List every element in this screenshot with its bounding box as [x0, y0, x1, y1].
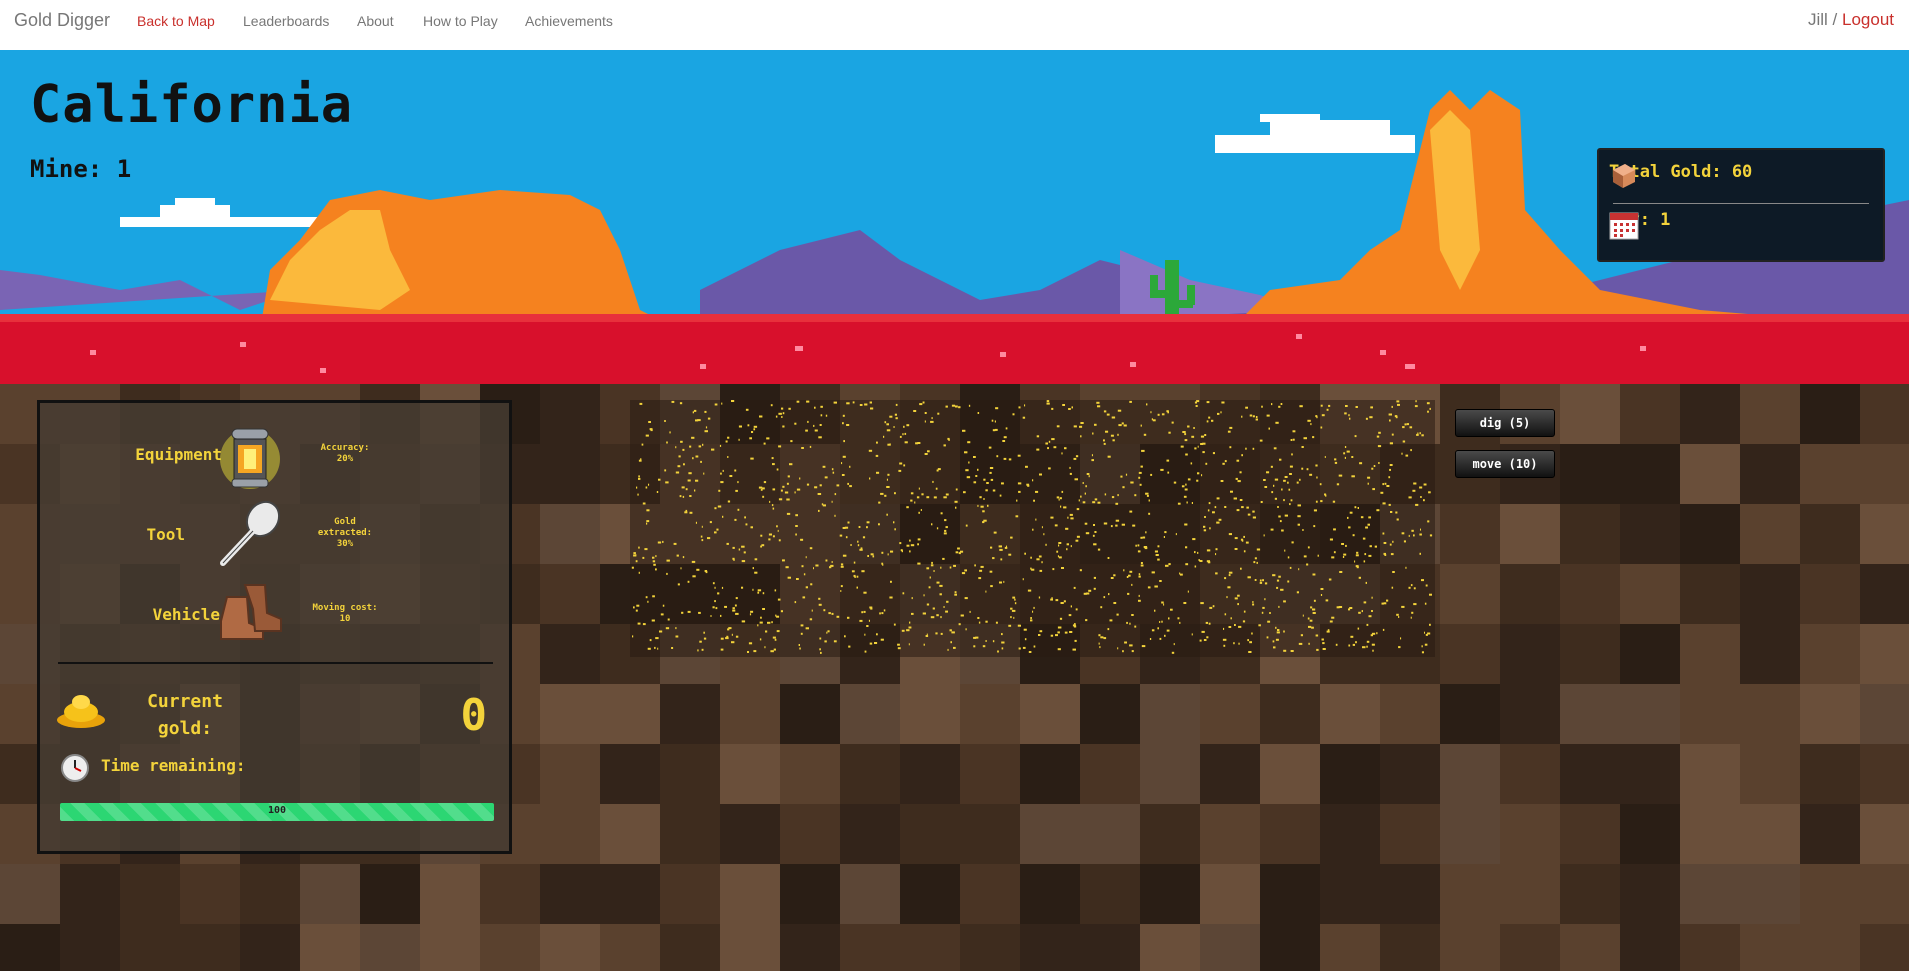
gold-box-icon — [1613, 164, 1635, 188]
calendar-icon — [1609, 212, 1639, 240]
tool-label: Tool — [146, 525, 185, 544]
vehicle-desc: Moving cost: 10 — [312, 603, 378, 624]
desert-scene: California Mine: 1 Total Gold: 60 Day: 1 — [0, 50, 1909, 384]
current-gold-value: 0 — [460, 690, 488, 741]
mine-grid[interactable] — [630, 400, 1435, 657]
lantern-icon[interactable] — [218, 415, 282, 495]
equipment-label: Equipment — [135, 445, 222, 464]
boots-icon[interactable] — [215, 579, 285, 643]
time-progress-value: 100 — [267, 805, 287, 816]
time-progress-bar: 100 — [60, 803, 494, 821]
equipment-desc: Accuracy: 20% — [320, 443, 370, 464]
time-remaining-label: Time remaining: — [101, 756, 246, 775]
move-button[interactable]: move (10) — [1455, 450, 1555, 478]
equipment-panel: Equipment Accuracy: 20% Tool Gold extrac… — [37, 400, 512, 854]
nav-about[interactable]: About — [357, 13, 394, 29]
clock-icon — [61, 754, 89, 782]
gold-pile-icon — [57, 695, 105, 728]
nav-back-to-map[interactable]: Back to Map — [137, 13, 215, 29]
username[interactable]: Jill — [1808, 10, 1828, 29]
nav-achievements[interactable]: Achievements — [525, 13, 613, 29]
user-separator: / — [1832, 10, 1838, 29]
user-area: Jill / Logout — [1808, 10, 1894, 30]
logout-link[interactable]: Logout — [1842, 10, 1894, 29]
location-title: California — [30, 75, 354, 135]
panel-divider — [58, 662, 493, 664]
nav-how-to-play[interactable]: How to Play — [423, 13, 498, 29]
vehicle-label: Vehicle — [152, 605, 220, 624]
tool-desc: Gold extracted: 30% — [317, 517, 373, 549]
spoon-icon[interactable] — [215, 497, 285, 569]
nav-leaderboards[interactable]: Leaderboards — [243, 13, 329, 29]
total-gold-row: Total Gold: 60 — [1609, 162, 1752, 188]
brand[interactable]: Gold Digger — [14, 10, 110, 31]
dig-button[interactable]: dig (5) — [1455, 409, 1555, 437]
stats-divider — [1613, 203, 1869, 204]
stats-box: Total Gold: 60 Day: 1 — [1597, 148, 1885, 262]
gold-specks — [631, 400, 1433, 654]
navbar: Gold Digger Back to Map Leaderboards Abo… — [0, 0, 1909, 51]
mine-label: Mine: 1 — [30, 155, 132, 183]
day-row: Day: 1 — [1609, 210, 1670, 240]
current-gold-label: Current gold: — [147, 691, 223, 739]
